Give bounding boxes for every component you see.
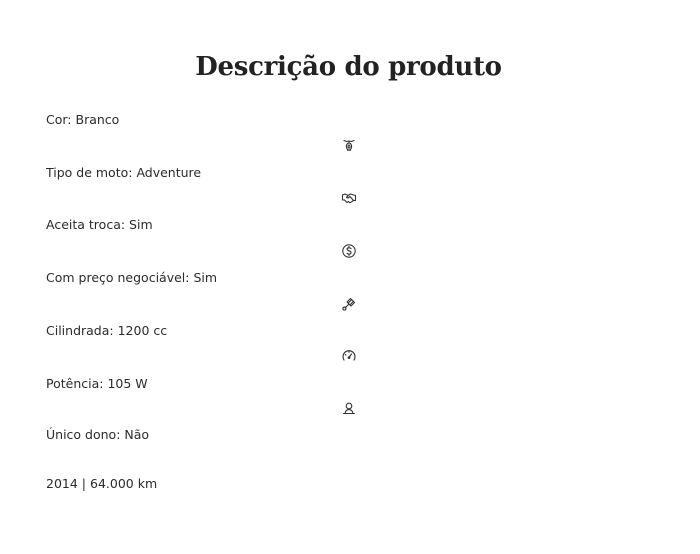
spec-negotiable: Com preço negociável: Sim — [46, 270, 217, 286]
spec-value: Sim — [193, 270, 218, 285]
owner-icon — [341, 400, 357, 416]
spec-single-owner: Único dono: Não — [46, 427, 149, 443]
spec-label: Com preço negociável: — [46, 270, 190, 285]
summary-year-mileage: 2014 | 64.000 km — [46, 476, 157, 492]
spec-power: Potência: 105 W — [46, 376, 148, 392]
spec-value: 1200 cc — [117, 323, 168, 338]
spec-color: Cor: Branco — [46, 112, 119, 128]
page-title: Descrição do produto — [195, 52, 502, 82]
spec-value: Não — [124, 427, 150, 442]
spec-trade: Aceita troca: Sim — [46, 217, 153, 233]
motorcycle-icon — [341, 137, 357, 153]
handshake-icon — [341, 190, 357, 206]
spec-displacement: Cilindrada: 1200 cc — [46, 323, 167, 339]
spec-label: Cor: — [46, 112, 72, 127]
piston-icon — [341, 296, 357, 312]
summary-mileage: 64.000 km — [90, 476, 158, 491]
spec-value: Sim — [129, 217, 153, 232]
summary-separator: | — [81, 476, 87, 491]
spec-label: Tipo de moto: — [46, 165, 133, 180]
spec-value: 105 W — [107, 376, 148, 391]
spec-value: Adventure — [136, 165, 202, 180]
summary-year: 2014 — [46, 476, 78, 491]
speedometer-icon — [341, 348, 357, 364]
spec-label: Cilindrada: — [46, 323, 114, 338]
spec-label: Aceita troca: — [46, 217, 126, 232]
dollar-coin-icon — [341, 243, 357, 259]
spec-moto-type: Tipo de moto: Adventure — [46, 165, 201, 181]
spec-label: Potência: — [46, 376, 104, 391]
spec-label: Único dono: — [46, 427, 121, 442]
spec-value: Branco — [75, 112, 120, 127]
